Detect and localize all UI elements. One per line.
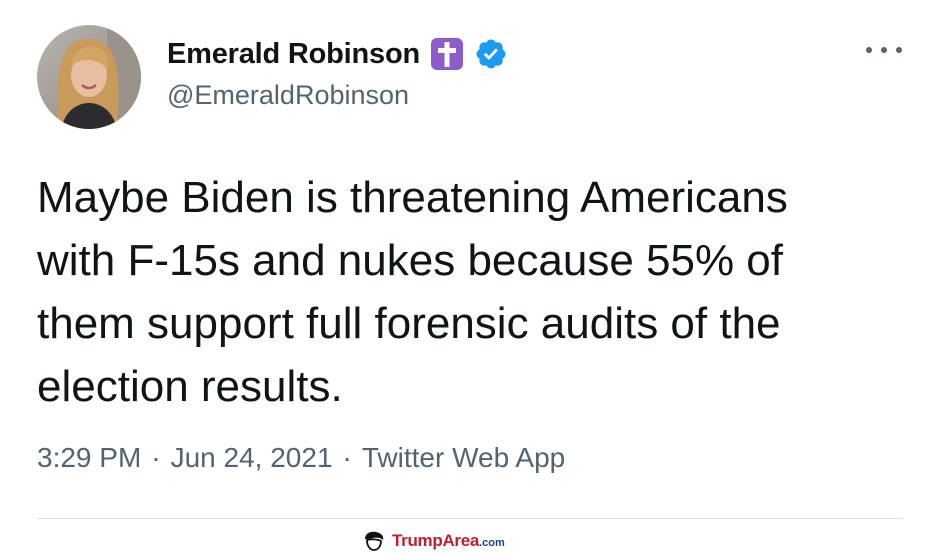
tweet-card: Emerald Robinson @EmeraldRobinson Maybe … [0,0,940,555]
meta-separator: · [342,442,352,473]
latin-cross-emoji-icon [430,37,464,71]
divider [37,518,903,519]
avatar[interactable] [37,25,141,129]
avatar-image [37,25,141,129]
meta-separator: · [151,442,161,473]
more-horizontal-icon[interactable] [866,38,902,62]
tweet-date[interactable]: Jun 24, 2021 [171,442,333,474]
tweet-meta: 3:29 PM · Jun 24, 2021 · Twitter Web App [37,442,565,474]
more-dot [896,47,902,53]
watermark: TrumpArea .com [362,530,505,552]
trump-hair-logo-icon [362,530,386,552]
author-row: Emerald Robinson [167,34,508,74]
author-name[interactable]: Emerald Robinson [167,38,420,71]
tweet-time[interactable]: 3:29 PM [37,442,141,474]
watermark-suffix: .com [479,537,505,549]
more-dot [881,47,887,53]
author-handle[interactable]: @EmeraldRobinson [167,80,409,111]
more-dot [866,47,872,53]
verified-badge-icon [474,37,508,71]
tweet-source[interactable]: Twitter Web App [362,442,565,474]
watermark-brand: TrumpArea [392,531,480,550]
tweet-text: Maybe Biden is threatening Americans wit… [37,173,788,411]
